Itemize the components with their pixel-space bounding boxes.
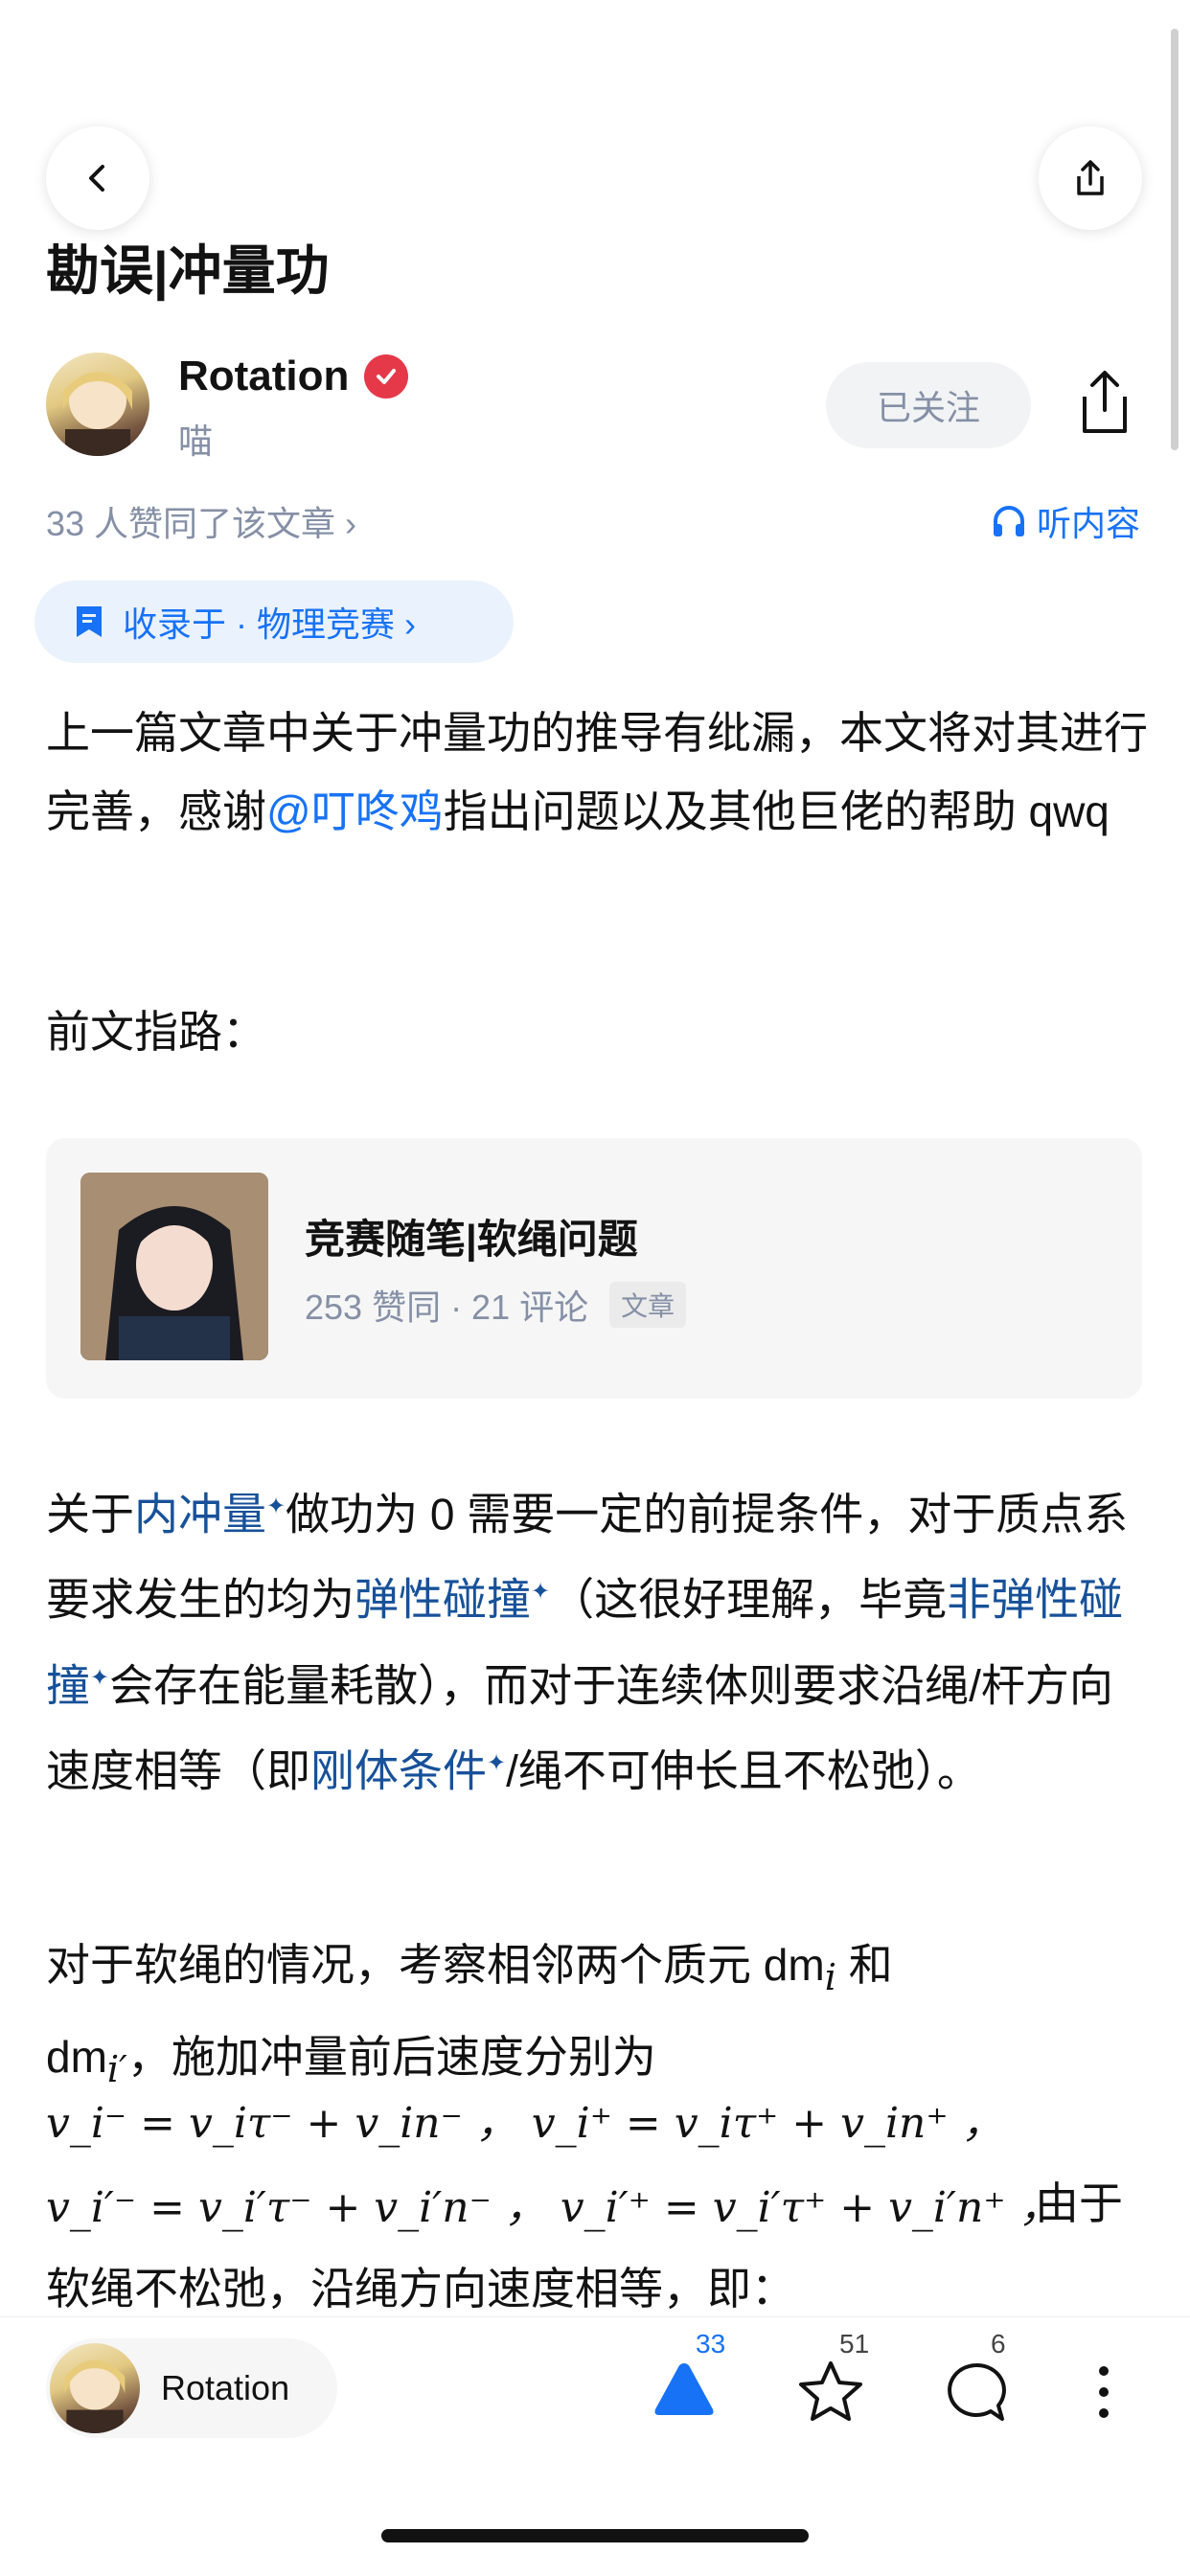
intro-paragraph: 上一篇文章中关于冲量功的推导有纰漏，本文将对其进行完善，感谢@叮咚鸡指出问题以及… [46, 694, 1148, 851]
page-title: 勘误|冲量功 [46, 240, 330, 301]
paragraph-3: 对于软绳的情况，考察相邻两个质元 dmi 和 dmi′，施加冲量前后速度分别为 [46, 1926, 1148, 2109]
bottom-author-name: Rotation [161, 2368, 290, 2407]
term-link-rigid-body[interactable]: 刚体条件 [310, 1745, 487, 1795]
follow-button[interactable]: 已关注 [826, 362, 1031, 448]
p3-sub-i: i [824, 1956, 836, 2000]
paragraph-2: 关于内冲量✦做功为 0 需要一定的前提条件，对于质点系要求发生的均为弹性碰撞✦（… [46, 1468, 1148, 1810]
share-button-top[interactable] [1039, 126, 1142, 230]
card-meta: 253 赞同 · 21 评论 文章 [305, 1280, 687, 1330]
author-subtitle: 喵 [178, 422, 214, 461]
sparkle-icon: ✦ [266, 1493, 286, 1519]
listen-label: 听内容 [1036, 504, 1140, 543]
comment-bubble-icon [948, 2362, 1006, 2421]
avatar-illustration [63, 372, 132, 456]
card-stats: 253 赞同 · 21 评论 [305, 1288, 589, 1327]
intro-text-b: 指出问题以及其他巨佬的帮助 qwq [443, 786, 1110, 836]
sparkle-icon: ✦ [90, 1664, 110, 1691]
bookmark-icon [77, 606, 102, 637]
bottom-author-avatar [50, 2343, 140, 2433]
p3-text-d: ，施加冲量前后速度分别为 [126, 2032, 656, 2083]
verified-badge-icon [364, 354, 408, 399]
author-name[interactable]: Rotation [178, 353, 349, 400]
share-button[interactable] [1073, 368, 1136, 442]
p2-text-a: 关于 [46, 1489, 134, 1539]
back-button[interactable] [46, 126, 149, 230]
card-title: 竞赛随笔|软绳问题 [305, 1217, 638, 1262]
p3-text-a: 对于软绳的情况，考察相邻两个质元 dm [46, 1940, 825, 1990]
term-link-internal-impulse[interactable]: 内冲量 [134, 1489, 266, 1539]
p3-sub-ip: i′ [106, 2048, 127, 2092]
more-vertical-icon [1099, 2366, 1109, 2418]
listen-button[interactable]: 听内容 [991, 496, 1140, 546]
p2-text-c: （这很好理解，毕竟 [550, 1574, 948, 1625]
likes-summary[interactable]: 33 人赞同了该文章 › [46, 496, 356, 546]
favorite-count: 51 [839, 2329, 870, 2359]
star-icon [799, 2361, 862, 2421]
linked-article-card[interactable]: 竞赛随笔|软绳问题 253 赞同 · 21 评论 文章 [46, 1138, 1142, 1399]
equation-line-1: v_i⁻ = v_iτ⁻ + v_in⁻ ， v_i⁺ = v_iτ⁺ + v_… [46, 2099, 1004, 2148]
bottom-author-chip[interactable]: Rotation [46, 2338, 337, 2438]
scrollbar[interactable] [1171, 29, 1179, 450]
p3-text-b: 和 [835, 1940, 893, 1990]
collection-pill[interactable]: 收录于 · 物理竞赛 › [34, 581, 514, 663]
mention-link[interactable]: @叮咚鸡 [266, 786, 444, 836]
equation-line-2: v_i′⁻ = v_i′τ⁻ + v_i′n⁻ ， v_i′⁺ = v_i′τ⁺… [46, 2183, 1062, 2232]
favorite-button[interactable] [797, 2359, 864, 2428]
prev-label: 前文指路： [46, 1007, 266, 1057]
chevron-left-icon [89, 165, 104, 192]
sparkle-icon: ✦ [531, 1579, 551, 1606]
share-icon [1077, 160, 1104, 195]
p2-text-e: /绳不可伸长且不松弛）。 [506, 1745, 981, 1796]
collection-label: 收录于 · 物理竞赛 › [123, 604, 416, 644]
equation-tail: 由于 [1035, 2178, 1123, 2228]
upvote-count: 33 [696, 2329, 726, 2359]
more-button[interactable] [1092, 2363, 1115, 2426]
card-tag: 文章 [609, 1282, 687, 1328]
author-avatar[interactable] [46, 353, 149, 456]
sparkle-icon: ✦ [487, 1749, 507, 1776]
comment-button[interactable] [945, 2361, 1008, 2428]
share-icon [1083, 371, 1127, 433]
upvote-triangle-icon [654, 2363, 714, 2415]
term-link-elastic-collision[interactable]: 弹性碰撞 [355, 1575, 531, 1625]
comment-count: 6 [991, 2329, 1006, 2359]
upvote-button[interactable] [652, 2359, 717, 2424]
home-indicator[interactable] [381, 2529, 809, 2542]
p3-text-c: dm [46, 2032, 107, 2083]
card-thumbnail [80, 1173, 268, 1360]
headphones-icon [993, 506, 1024, 536]
